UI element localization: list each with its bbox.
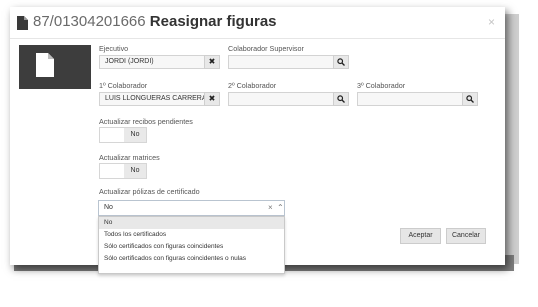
dropdown-option[interactable]: No [99, 217, 284, 229]
ejecutivo-field[interactable]: JORDI (JORDI) [99, 55, 207, 69]
cancel-button[interactable]: Cancelar [446, 228, 486, 244]
policy-number: 87/01304201666 [33, 13, 146, 30]
dropdown-option[interactable]: Sólo certificados con figuras coincident… [99, 241, 284, 253]
dialog-titlebar: 87/01304201666 Reasignar figuras × [10, 7, 505, 39]
avatar [19, 45, 91, 89]
clear-selection-icon[interactable]: × [268, 201, 273, 215]
document-icon [36, 53, 54, 77]
colaborador3-label: 3º Colaborador [357, 81, 406, 90]
colaborador-supervisor-field[interactable] [228, 55, 336, 69]
matrices-toggle-value: No [124, 164, 146, 178]
accept-button[interactable]: Aceptar [400, 228, 441, 244]
chevron-up-icon[interactable]: ⌃ [277, 201, 284, 215]
dialog-title-text: Reasignar figuras [149, 13, 277, 30]
ejecutivo-label: Ejecutivo [99, 44, 129, 53]
colaborador3-field[interactable] [357, 92, 465, 106]
close-icon[interactable]: × [488, 15, 495, 29]
reassign-figures-dialog: 87/01304201666 Reasignar figuras × Ejecu… [10, 7, 505, 274]
recibos-toggle-value: No [124, 128, 146, 142]
toggle-knob [100, 128, 125, 142]
matrices-toggle[interactable]: No [99, 163, 147, 179]
search-icon [466, 95, 474, 103]
polizas-select[interactable]: No × ⌃ [98, 200, 285, 216]
search-icon [337, 58, 345, 66]
search-colaborador2-button[interactable] [333, 92, 349, 106]
matrices-label: Actualizar matrices [99, 153, 160, 162]
backdrop-shadow-right [505, 14, 519, 264]
polizas-selected-value: No [104, 204, 113, 211]
polizas-dropdown: No Todos los certificados Sólo certifica… [98, 216, 285, 274]
dropdown-option[interactable]: Sólo certificados con figuras coincident… [99, 253, 284, 265]
search-icon [337, 95, 345, 103]
dialog-title: 87/01304201666 Reasignar figuras [33, 13, 277, 30]
dropdown-option[interactable]: Todos los certificados [99, 229, 284, 241]
colaborador1-field[interactable]: LUIS LLONGUERAS CARRERA [99, 92, 207, 106]
clear-colaborador1-button[interactable]: ✖ [204, 92, 220, 106]
clear-ejecutivo-button[interactable]: ✖ [204, 55, 220, 69]
search-colaborador-supervisor-button[interactable] [333, 55, 349, 69]
colaborador1-label: 1º Colaborador [99, 81, 148, 90]
search-colaborador3-button[interactable] [462, 92, 478, 106]
colaborador2-field[interactable] [228, 92, 336, 106]
colaborador2-label: 2º Colaborador [228, 81, 277, 90]
recibos-label: Actualizar recibos pendientes [99, 117, 193, 126]
document-icon [17, 16, 28, 30]
colaborador-supervisor-label: Colaborador Supervisor [228, 44, 304, 53]
polizas-label: Actualizar pólizas de certificado [99, 187, 200, 196]
recibos-toggle[interactable]: No [99, 127, 147, 143]
toggle-knob [100, 164, 125, 178]
